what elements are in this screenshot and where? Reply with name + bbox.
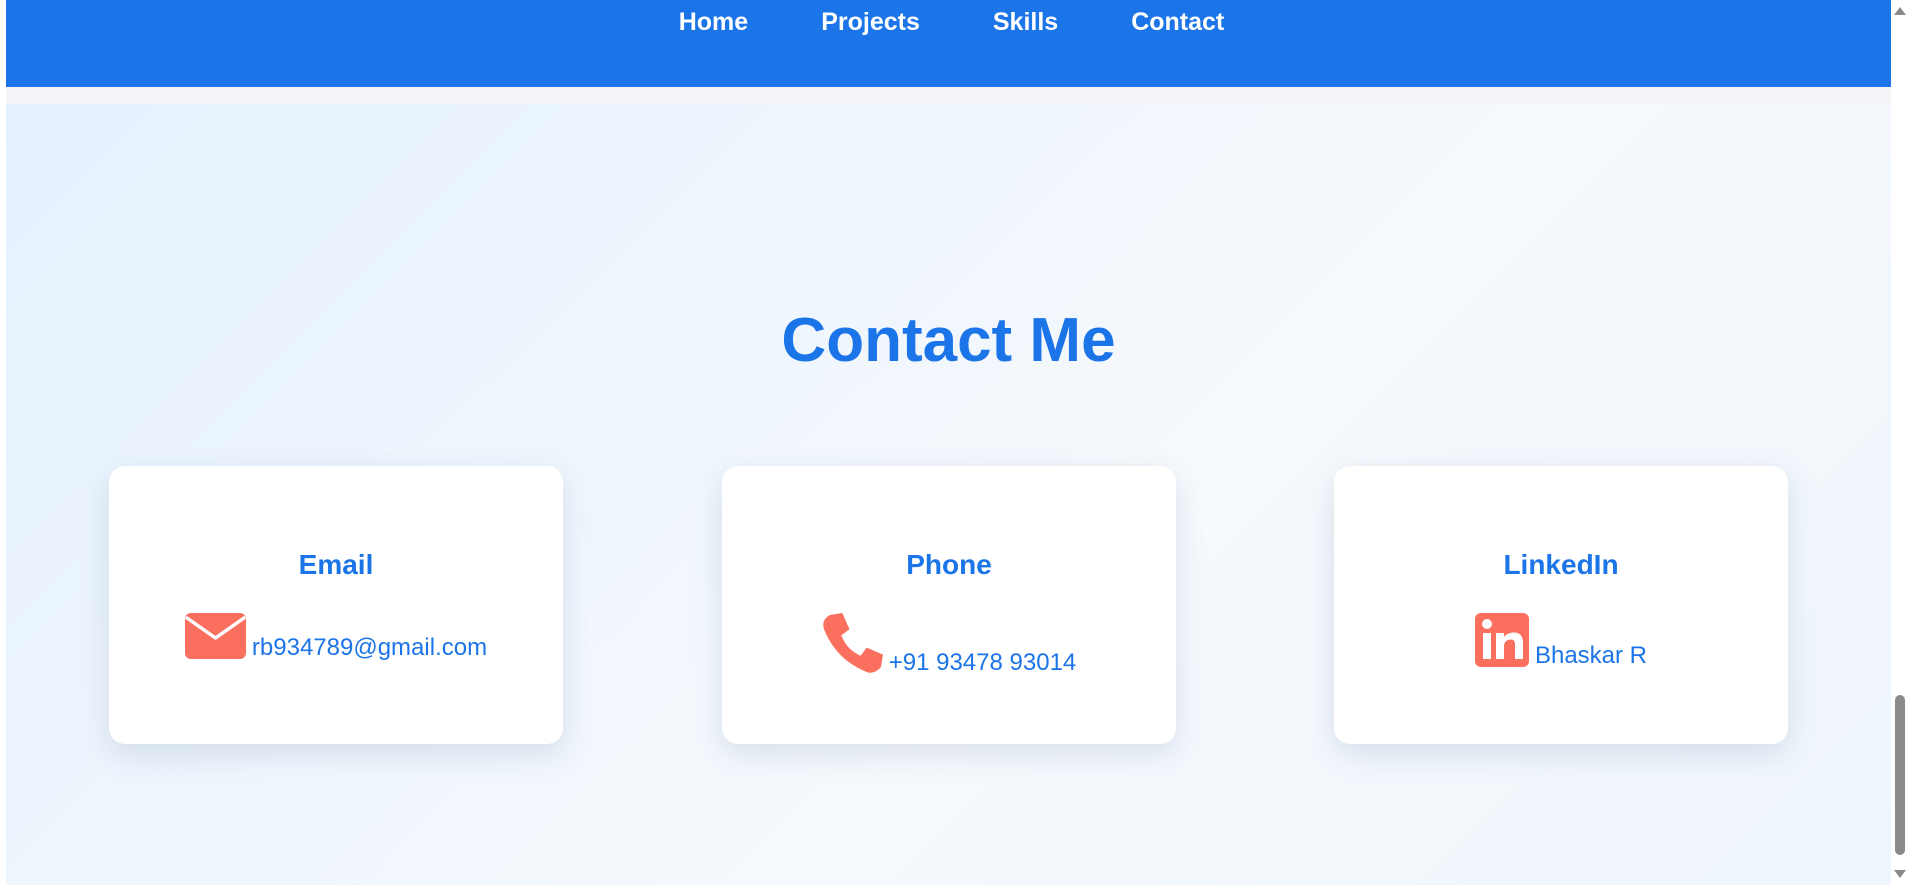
top-navbar: Home Projects Skills Contact bbox=[6, 0, 1891, 87]
email-card-row: rb934789@gmail.com bbox=[109, 613, 563, 664]
phone-card-title: Phone bbox=[906, 549, 992, 580]
nav-skills-link[interactable]: Skills bbox=[993, 8, 1058, 37]
phone-card: Phone +91 93478 93014 bbox=[722, 466, 1176, 744]
phone-icon bbox=[822, 613, 883, 679]
linkedin-card-title: LinkedIn bbox=[1503, 549, 1619, 580]
linkedin-link[interactable]: Bhaskar R bbox=[1535, 642, 1647, 672]
email-card: Email rb934789@gmail.com bbox=[109, 466, 563, 744]
email-link[interactable]: rb934789@gmail.com bbox=[252, 634, 487, 664]
contact-title: Contact Me bbox=[781, 306, 1116, 375]
nav-contact-link[interactable]: Contact bbox=[1131, 8, 1224, 37]
nav-links: Home Projects Skills Contact bbox=[679, 8, 1225, 37]
scroll-down-arrow-icon[interactable] bbox=[1894, 870, 1906, 878]
linkedin-icon bbox=[1474, 613, 1529, 672]
envelope-icon bbox=[184, 613, 246, 664]
phone-card-row: +91 93478 93014 bbox=[722, 613, 1176, 679]
vertical-scrollbar[interactable] bbox=[1891, 0, 1908, 885]
linkedin-card: LinkedIn Bhaskar R bbox=[1334, 466, 1788, 744]
page: Home Projects Skills Contact Contact Me … bbox=[6, 0, 1891, 885]
linkedin-card-row: Bhaskar R bbox=[1334, 613, 1788, 672]
scroll-up-arrow-icon[interactable] bbox=[1894, 7, 1906, 15]
scrollbar-thumb[interactable] bbox=[1895, 695, 1905, 855]
phone-link[interactable]: +91 93478 93014 bbox=[889, 649, 1077, 679]
nav-projects-link[interactable]: Projects bbox=[821, 8, 920, 37]
navbar-shadow-strip bbox=[6, 87, 1891, 104]
email-card-title: Email bbox=[298, 549, 374, 580]
nav-home-link[interactable]: Home bbox=[679, 8, 748, 37]
